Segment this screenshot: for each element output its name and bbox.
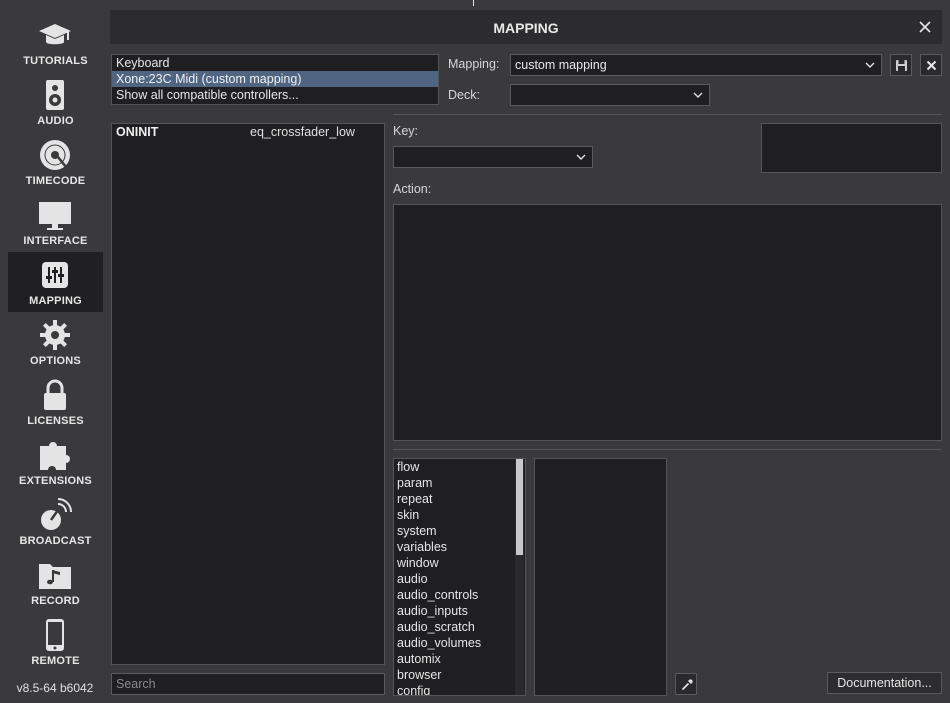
controller-item-show-all[interactable]: Show all compatible controllers...: [112, 87, 438, 103]
documentation-button[interactable]: Documentation...: [827, 672, 942, 694]
verb-item[interactable]: variables: [394, 539, 525, 555]
sidebar-item-label: MAPPING: [29, 295, 82, 307]
mapping-select-value: custom mapping: [515, 58, 607, 72]
chevron-down-icon: [576, 154, 586, 160]
controller-list: Keyboard Xone:23C Midi (custom mapping) …: [111, 54, 439, 105]
verb-detail-list: [534, 458, 667, 696]
divider: [393, 114, 942, 115]
sidebar-item-label: LICENSES: [27, 415, 84, 427]
verb-item[interactable]: skin: [394, 507, 525, 523]
verb-item[interactable]: config: [394, 683, 525, 695]
verb-item[interactable]: audio_inputs: [394, 603, 525, 619]
lock-icon: [44, 379, 66, 410]
verb-item[interactable]: repeat: [394, 491, 525, 507]
save-mapping-button[interactable]: [890, 54, 912, 76]
title-bar: MAPPING: [110, 10, 942, 44]
chevron-down-icon: [693, 92, 703, 98]
verb-item[interactable]: audio: [394, 571, 525, 587]
music-folder-icon: [39, 564, 71, 589]
version-label: v8.5-64 b6042: [16, 681, 94, 695]
delete-mapping-button[interactable]: [920, 54, 942, 76]
vinyl-record-icon: [40, 140, 70, 170]
action-label: Action:: [393, 182, 432, 196]
sidebar-item-label: AUDIO: [37, 115, 74, 127]
eyedropper-icon: [681, 679, 693, 691]
controller-item-xone[interactable]: Xone:23C Midi (custom mapping): [112, 71, 438, 87]
search-input[interactable]: [111, 673, 385, 695]
mapping-select[interactable]: custom mapping: [510, 54, 882, 76]
sidebar-item-label: BROADCAST: [19, 535, 92, 547]
broadcast-icon: [41, 498, 72, 530]
action-textarea[interactable]: [393, 204, 942, 441]
mapping-panel: MAPPING Keyboard Xone:23C Midi (custom m…: [110, 10, 942, 696]
window-edge-mark: [473, 0, 474, 6]
verb-item[interactable]: window: [394, 555, 525, 571]
key-label: Key:: [393, 124, 419, 138]
sidebar-item-record[interactable]: RECORD: [8, 552, 103, 612]
page-title: MAPPING: [493, 20, 559, 36]
sidebar-item-licenses[interactable]: LICENSES: [8, 372, 103, 432]
puzzle-icon: [40, 442, 70, 470]
sidebar-item-tutorials[interactable]: TUTORIALS: [8, 12, 103, 72]
verb-list-scrollbar[interactable]: [515, 459, 524, 695]
mapping-key: ONINIT: [116, 125, 159, 139]
sidebar-item-mapping[interactable]: MAPPING: [8, 252, 103, 312]
verb-list: flow param repeat skin system variables …: [393, 458, 526, 696]
sidebar-item-label: TIMECODE: [25, 175, 86, 187]
sidebar-item-options[interactable]: OPTIONS: [8, 312, 103, 372]
sidebar-item-label: RECORD: [31, 595, 80, 607]
sidebar-item-label: TUTORIALS: [23, 55, 88, 67]
deck-select[interactable]: [510, 84, 710, 106]
key-select[interactable]: [393, 146, 593, 168]
sidebar: TUTORIALS AUDIO TIMECODE INTERFACE MAPPI…: [0, 0, 110, 703]
sliders-icon: [42, 262, 68, 288]
gear-icon: [40, 320, 70, 350]
verb-item[interactable]: flow: [394, 459, 525, 475]
sidebar-item-label: REMOTE: [31, 655, 80, 667]
pick-control-button[interactable]: [675, 673, 697, 695]
verb-item[interactable]: audio_volumes: [394, 635, 525, 651]
key-preview-box: [761, 123, 942, 173]
mapping-label: Mapping:: [448, 57, 500, 71]
sidebar-item-interface[interactable]: INTERFACE: [8, 192, 103, 252]
verb-item[interactable]: browser: [394, 667, 525, 683]
sidebar-item-extensions[interactable]: EXTENSIONS: [8, 432, 103, 492]
mapping-list: ONINIT eq_crossfader_low: [111, 123, 385, 665]
chevron-down-icon: [865, 62, 875, 68]
controller-item-keyboard[interactable]: Keyboard: [112, 55, 438, 71]
divider: [393, 449, 942, 450]
verb-item[interactable]: audio_controls: [394, 587, 525, 603]
sidebar-item-broadcast[interactable]: BROADCAST: [8, 492, 103, 552]
list-item[interactable]: ONINIT eq_crossfader_low: [112, 124, 384, 140]
scrollbar-thumb[interactable]: [516, 459, 523, 555]
sidebar-item-remote[interactable]: REMOTE: [8, 612, 103, 672]
monitor-icon: [39, 202, 71, 230]
verb-item[interactable]: audio_scratch: [394, 619, 525, 635]
sidebar-item-audio[interactable]: AUDIO: [8, 72, 103, 132]
sidebar-item-label: EXTENSIONS: [19, 475, 92, 487]
speaker-icon: [46, 80, 64, 110]
deck-label: Deck:: [448, 88, 480, 102]
verb-item[interactable]: system: [394, 523, 525, 539]
close-icon[interactable]: [916, 18, 934, 36]
phone-icon: [46, 619, 64, 651]
sidebar-item-timecode[interactable]: TIMECODE: [8, 132, 103, 192]
sidebar-item-label: OPTIONS: [30, 355, 81, 367]
verb-item[interactable]: param: [394, 475, 525, 491]
close-icon: [926, 60, 937, 71]
verb-item[interactable]: automix: [394, 651, 525, 667]
save-icon: [896, 60, 907, 71]
graduation-cap-icon: [39, 24, 71, 45]
sidebar-item-label: INTERFACE: [23, 235, 88, 247]
mapping-action: eq_crossfader_low: [250, 125, 355, 139]
